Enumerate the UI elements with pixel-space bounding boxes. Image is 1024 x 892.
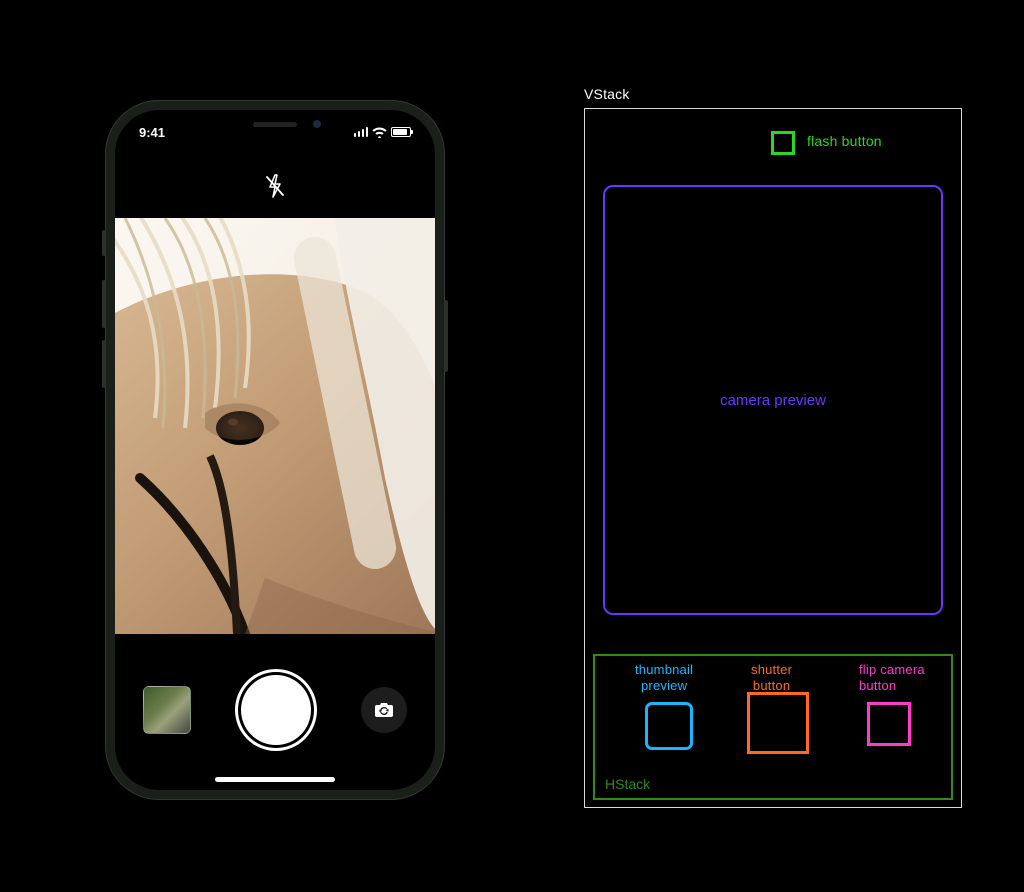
camera-preview-box: camera preview	[603, 185, 943, 615]
iphone-device-frame: 9:41	[105, 100, 445, 800]
shutter-button-box	[747, 692, 809, 754]
wifi-icon	[372, 127, 387, 138]
power-button	[444, 300, 448, 372]
notch	[195, 110, 355, 138]
layout-diagram: VStack flash button camera preview thumb…	[584, 86, 962, 808]
thumbnail-preview-box	[645, 702, 693, 750]
shutter-button-label: shutterbutton	[751, 662, 792, 695]
hstack-box: thumbnailpreview shutterbutton flip came…	[593, 654, 953, 800]
camera-flip-icon	[374, 701, 394, 719]
front-camera	[313, 120, 321, 128]
thumbnail-preview[interactable]	[143, 686, 191, 734]
mute-switch	[102, 230, 106, 256]
flip-camera-box	[867, 702, 911, 746]
earpiece-speaker	[253, 122, 297, 127]
flash-off-icon[interactable]	[264, 174, 286, 198]
status-time: 9:41	[139, 125, 165, 140]
camera-controls	[115, 660, 435, 760]
volume-down-button	[102, 340, 106, 388]
home-indicator[interactable]	[215, 777, 335, 782]
screen: 9:41	[115, 110, 435, 790]
vstack-label: VStack	[584, 86, 962, 102]
flash-button-label: flash button	[807, 133, 882, 149]
horse-photo	[115, 218, 435, 634]
volume-up-button	[102, 280, 106, 328]
flash-toolbar	[115, 164, 435, 208]
status-right	[354, 127, 412, 138]
flip-camera-label: flip camerabutton	[859, 662, 925, 695]
hstack-label: HStack	[605, 776, 650, 792]
thumbnail-preview-label: thumbnailpreview	[635, 662, 693, 695]
flash-button-box	[771, 131, 795, 155]
vstack-box: flash button camera preview thumbnailpre…	[584, 108, 962, 808]
battery-icon	[391, 127, 411, 137]
camera-preview-label: camera preview	[720, 392, 826, 409]
shutter-button[interactable]	[241, 675, 311, 745]
flip-camera-button[interactable]	[361, 687, 407, 733]
camera-preview[interactable]	[115, 218, 435, 634]
cellular-signal-icon	[354, 127, 369, 137]
